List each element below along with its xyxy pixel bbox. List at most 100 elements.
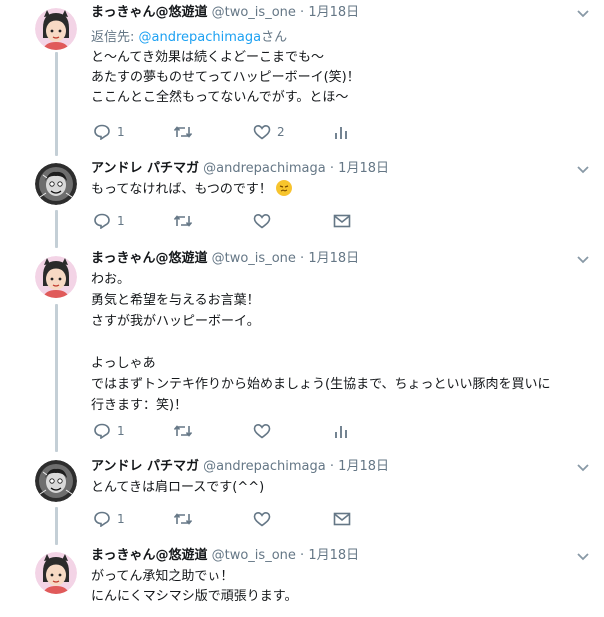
retweet-button[interactable] [173, 211, 193, 231]
display-name[interactable]: まっきゃん@悠遊道 [91, 548, 207, 563]
tweet-line: ここんとこ全然もってないんでがす。とほ〜 [91, 90, 349, 105]
tweet-text: がってん承知之助でぃ！ にんにくマシマシ版で頑張ります。 [91, 567, 297, 607]
avatar-manga-icon [35, 460, 77, 502]
like-count: 2 [277, 125, 285, 139]
envelope-icon [333, 214, 351, 228]
reply-count: 1 [117, 214, 125, 228]
chevron-down-icon[interactable] [576, 165, 590, 175]
display-name[interactable]: アンドレ パチマガ [91, 161, 199, 176]
display-name[interactable]: アンドレ パチマガ [91, 459, 199, 474]
avatar[interactable] [35, 460, 77, 502]
retweet-icon [173, 513, 193, 525]
tweet-line: もってなければ、もつのです！ [91, 182, 272, 197]
heart-icon [253, 423, 271, 439]
reply-button[interactable]: 1 [93, 211, 125, 231]
analytics-icon [335, 127, 347, 139]
avatar-manga-icon [35, 163, 77, 205]
retweet-button[interactable] [173, 509, 193, 529]
separator-dot: · [300, 251, 305, 266]
direct-message-button[interactable] [333, 509, 351, 529]
tweet-line: ではまずトンテキ作りから始めましょう(生協まで、ちょっといい豚肉を買いに [91, 377, 551, 392]
envelope-icon [333, 512, 351, 526]
retweet-icon [173, 425, 193, 437]
avatar-girl-icon [35, 8, 77, 50]
like-button[interactable]: 2 [253, 122, 285, 142]
timestamp[interactable]: 1月18日 [338, 161, 389, 176]
timestamp[interactable]: 1月18日 [308, 548, 359, 563]
reply-icon [94, 511, 110, 527]
angry-face-emoji-icon [275, 180, 292, 196]
tweet-line: と〜んてき効果は続くよどーこまでも〜 [91, 50, 324, 65]
like-button[interactable] [253, 509, 271, 529]
thread-line [55, 52, 58, 156]
username[interactable]: @two_is_one [212, 5, 296, 20]
tweet-text: 返信先: @andrepachimagaさん と〜んてき効果は続くよどーこまでも… [91, 28, 360, 108]
analytics-icon [335, 426, 347, 438]
retweet-icon [173, 215, 193, 227]
username[interactable]: @two_is_one [212, 251, 296, 266]
avatar[interactable] [35, 552, 77, 594]
avatar-girl-icon [35, 552, 77, 594]
reply-context: 返信先: @andrepachimagaさん [91, 28, 360, 48]
reply-count: 1 [117, 125, 125, 139]
direct-message-button[interactable] [333, 211, 351, 231]
chevron-down-icon[interactable] [576, 9, 590, 19]
thread-line [55, 304, 58, 452]
reply-button[interactable]: 1 [93, 509, 125, 529]
chevron-down-icon[interactable] [576, 463, 590, 473]
separator-dot: · [300, 548, 305, 563]
thread-line [55, 507, 58, 545]
timestamp[interactable]: 1月18日 [308, 251, 359, 266]
tweet-header: まっきゃん@悠遊道 @two_is_one · 1月18日 [91, 547, 359, 565]
avatar-girl-icon [35, 256, 77, 298]
avatar[interactable] [35, 163, 77, 205]
tweet-line [91, 332, 551, 353]
avatar[interactable] [35, 8, 77, 50]
username[interactable]: @andrepachimaga [203, 161, 326, 176]
reply-suffix: さん [261, 30, 288, 45]
reply-button[interactable]: 1 [93, 122, 125, 142]
like-button[interactable] [253, 421, 271, 441]
reply-icon [94, 124, 110, 140]
avatar[interactable] [35, 256, 77, 298]
tweet-line: 行きます：笑)！ [91, 398, 188, 413]
separator-dot: · [300, 5, 305, 20]
tweet-line: がってん承知之助でぃ！ [91, 569, 234, 584]
tweet-text: とんてきは肩ロースです(^^) [91, 478, 264, 498]
tweet-header: まっきゃん@悠遊道 @two_is_one · 1月18日 [91, 250, 359, 268]
reply-button[interactable]: 1 [93, 421, 125, 441]
tweet-line: にんにくマシマシ版で頑張ります。 [91, 589, 298, 604]
like-button[interactable] [253, 211, 271, 231]
retweet-button[interactable] [173, 421, 193, 441]
display-name[interactable]: まっきゃん@悠遊道 [91, 251, 207, 266]
retweet-button[interactable] [173, 122, 193, 142]
reply-count: 1 [117, 512, 125, 526]
tweet-line: わお。 [91, 272, 131, 287]
separator-dot: · [329, 459, 335, 474]
analytics-button[interactable] [333, 421, 349, 441]
username[interactable]: @two_is_one [212, 548, 296, 563]
timestamp[interactable]: 1月18日 [308, 5, 359, 20]
tweet-line: とんてきは肩ロースです(^^) [91, 480, 265, 495]
reply-count: 1 [117, 424, 125, 438]
tweet-header: アンドレ パチマガ @andrepachimaga · 1月18日 [91, 458, 389, 476]
chevron-down-icon[interactable] [576, 255, 590, 265]
retweet-icon [173, 126, 193, 138]
tweet-text: もってなければ、もつのです！ [91, 180, 292, 200]
reply-icon [94, 423, 110, 439]
tweet-text: わお。 勇気と希望を与えるお言葉！ さすが我がハッピーボーイ。 よっしゃあ では… [91, 269, 551, 416]
mention-link[interactable]: @andrepachimaga [139, 30, 262, 45]
display-name[interactable]: まっきゃん@悠遊道 [91, 5, 207, 20]
reply-icon [94, 213, 110, 229]
timestamp[interactable]: 1月18日 [338, 459, 389, 474]
tweet-header: アンドレ パチマガ @andrepachimaga · 1月18日 [91, 160, 389, 178]
heart-icon [253, 213, 271, 229]
username[interactable]: @andrepachimaga [203, 459, 326, 474]
tweet-line: さすが我がハッピーボーイ。 [91, 314, 260, 329]
chevron-down-icon[interactable] [576, 552, 590, 562]
tweet-line: あたすの夢ものせてってハッピーボーイ(笑)！ [91, 70, 360, 85]
tweet-line: 勇気と希望を与えるお言葉！ [91, 293, 260, 308]
analytics-button[interactable] [333, 122, 349, 142]
reply-prefix: 返信先: [91, 30, 139, 45]
separator-dot: · [329, 161, 335, 176]
